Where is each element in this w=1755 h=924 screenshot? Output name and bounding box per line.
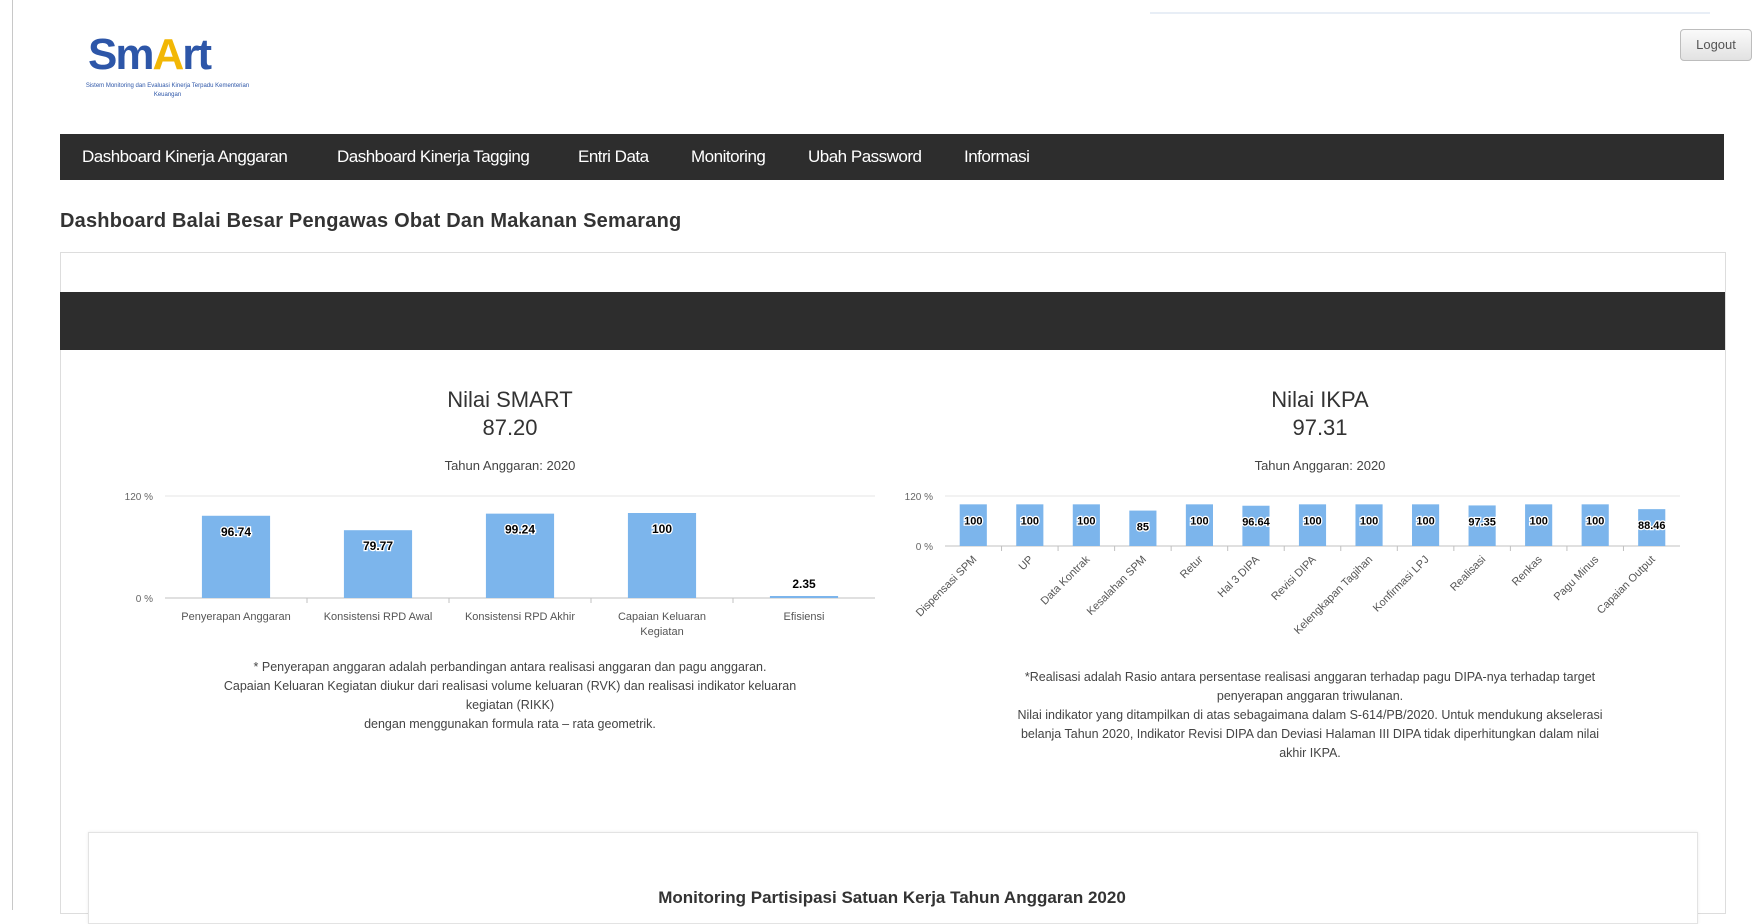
nav-entri-data[interactable]: Entri Data xyxy=(578,134,649,180)
data-label: 100 xyxy=(1190,515,1208,527)
data-label: 2.35 xyxy=(792,577,816,591)
data-label: 100 xyxy=(1303,515,1321,527)
nav-dashboard-kinerja-anggaran[interactable]: Dashboard Kinerja Anggaran xyxy=(82,134,288,180)
logo-subtitle: Sistem Monitoring dan Evaluasi Kinerja T… xyxy=(85,83,250,98)
x-tick-label: Data Kontrak xyxy=(1039,553,1093,607)
ikpa-score: 97.31 xyxy=(1292,415,1348,440)
y-tick-label: 120 % xyxy=(905,492,933,503)
left-border xyxy=(12,0,13,910)
data-label: 100 xyxy=(1416,515,1434,527)
smart-chart-subtitle: Tahun Anggaran: 2020 xyxy=(444,458,576,473)
x-tick-label: Kesalahan SPM xyxy=(1085,554,1149,618)
x-tick-label: Renkas xyxy=(1510,553,1545,588)
data-label: 99.24 xyxy=(505,523,535,537)
y-tick-label: 120 % xyxy=(125,492,153,503)
data-label: 100 xyxy=(964,515,982,527)
data-label: 88.46 xyxy=(1638,520,1666,532)
panel-header-bar xyxy=(60,292,1725,350)
smart-score: 87.20 xyxy=(482,415,538,440)
data-label: 96.64 xyxy=(1242,517,1270,529)
data-label: 79.77 xyxy=(363,539,393,553)
logout-button[interactable]: Logout xyxy=(1680,29,1752,61)
ikpa-chart-title: Nilai IKPA 97.31 xyxy=(1190,386,1450,442)
y-tick-label: 0 % xyxy=(136,594,153,605)
data-label: 100 xyxy=(1529,515,1547,527)
smart-bar-chart: 120 % 0 % 96.74 Penyerapan Anggaran 79.77 Kon… xyxy=(125,492,875,638)
monitoring-panel xyxy=(88,832,1698,924)
nav-ubah-password[interactable]: Ubah Password xyxy=(808,134,922,180)
ikpa-chart-subtitle: Tahun Anggaran: 2020 xyxy=(1254,458,1386,473)
smart-footnote: * Penyerapan anggaran adalah perbandinga… xyxy=(223,660,797,731)
x-tick-label: Retur xyxy=(1178,553,1206,581)
bar xyxy=(769,596,839,598)
ikpa-bar-chart: 120 % 0 % 100 Dispensasi SPM 100 UP 100 Data Ko… xyxy=(905,492,1680,637)
page-title: Dashboard Balai Besar Pengawas Obat Dan … xyxy=(60,210,682,232)
x-tick-label: Realisasi xyxy=(1448,554,1488,594)
data-label: 100 xyxy=(652,522,672,536)
top-border xyxy=(1150,12,1710,14)
x-tick-label: Konsistensi RPD Awal xyxy=(324,611,433,623)
smart-logo[interactable]: SmArt Sistem Monitoring dan Evaluasi Kin… xyxy=(80,26,255,106)
x-tick-label: Konsistensi RPD Akhir xyxy=(465,611,575,623)
x-tick-label: Capaian Keluaran xyxy=(618,611,706,623)
data-label: 97.35 xyxy=(1468,516,1496,528)
x-tick-label: Dispensasi SPM xyxy=(914,554,980,620)
smart-chart-title: Nilai SMART 87.20 xyxy=(380,386,640,442)
data-label: 96.74 xyxy=(221,525,251,539)
logo-wordmark: SmArt xyxy=(88,30,212,79)
data-label: 85 xyxy=(1137,522,1149,534)
monitoring-title: Monitoring Partisipasi Satuan Kerja Tahu… xyxy=(658,888,1126,907)
x-tick-label: Efisiensi xyxy=(784,611,825,623)
data-label: 100 xyxy=(1360,515,1378,527)
x-tick-label: Kegiatan xyxy=(640,626,683,638)
x-tick-label: UP xyxy=(1017,554,1036,573)
x-tick-label: Konfirmasi LPJ xyxy=(1371,554,1432,615)
ikpa-footnote: *Realisasi adalah Rasio antara persentas… xyxy=(1017,670,1603,760)
x-tick-label: Capaian Output xyxy=(1595,554,1658,617)
x-tick-label: Revisi DIPA xyxy=(1269,553,1319,603)
data-label: 100 xyxy=(1586,515,1604,527)
y-tick-label: 0 % xyxy=(916,542,933,553)
nav-dashboard-kinerja-tagging[interactable]: Dashboard Kinerja Tagging xyxy=(337,134,530,180)
main-navbar: Dashboard Kinerja Anggaran Dashboard Kin… xyxy=(60,134,1724,180)
data-label: 100 xyxy=(1077,515,1095,527)
x-tick-label: Hal 3 DIPA xyxy=(1216,553,1263,600)
x-tick-label: Penyerapan Anggaran xyxy=(181,611,290,623)
x-tick-label: Pagu Minus xyxy=(1552,553,1602,603)
nav-informasi[interactable]: Informasi xyxy=(964,134,1030,180)
nav-monitoring[interactable]: Monitoring xyxy=(691,134,766,180)
data-label: 100 xyxy=(1021,515,1039,527)
